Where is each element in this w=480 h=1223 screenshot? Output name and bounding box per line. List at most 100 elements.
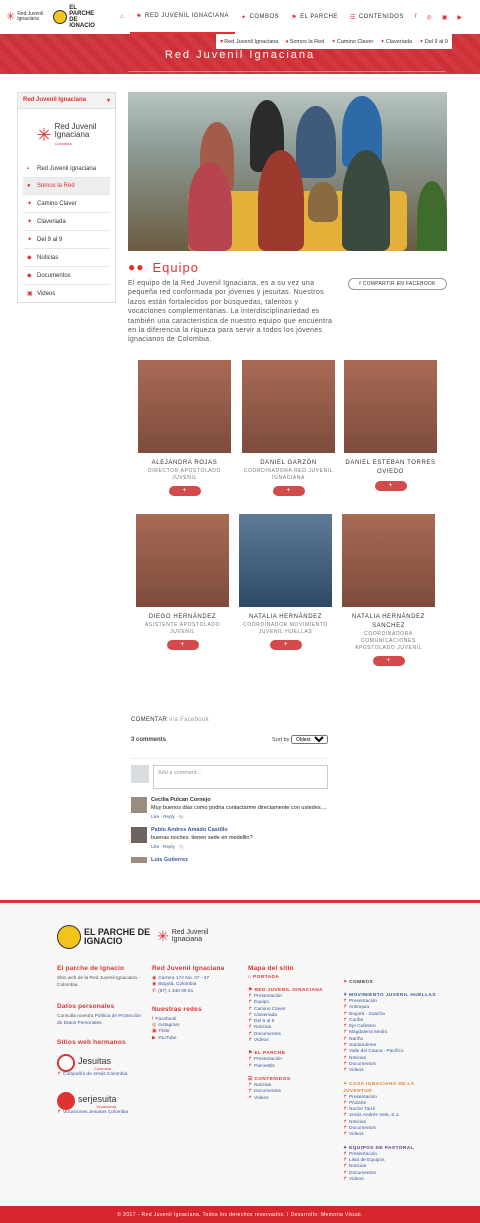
subnav-somos-la-red[interactable]: ●Somos la Red [285, 39, 324, 45]
footer-link[interactable]: ↱ Videos [248, 1038, 333, 1044]
sitemap-section[interactable]: ☰ CONTENIDOS [248, 1076, 333, 1083]
footer-link[interactable]: ↱ Videos [343, 1068, 438, 1074]
subnav-camino-claver[interactable]: ✦Camino Claver [331, 39, 373, 45]
sidebar-logo: ✳ Red Juvenil Ignaciana Colombia [18, 109, 115, 161]
sidebar-item-label: Videos [37, 290, 56, 297]
jesuitas-logo[interactable]: Jesuitas Colombia [57, 1054, 142, 1072]
sidebar-heading-label: Red Juvenil Ignaciana [23, 97, 87, 103]
location-icon: ◉ [152, 982, 157, 988]
instagram-icon[interactable]: ◎ [422, 0, 437, 34]
share-facebook-button[interactable]: f COMPARTIR EN FACEBOOK [348, 278, 447, 290]
link-label: Videos [254, 1038, 269, 1044]
team-group-photo [128, 92, 447, 251]
sidebar-item-somos-la-red[interactable]: ● Somos la Red [23, 178, 110, 195]
arrow-icon: ↱ [343, 1036, 348, 1042]
link-label: Vocaciones Jesuitas Colombia [63, 1110, 129, 1116]
subnav-claveriada[interactable]: ✦Claveriada [380, 39, 412, 45]
comments-count: 3 comments [131, 736, 167, 743]
phone-text: (57) 1 340 09 81 [158, 988, 194, 994]
avatar [131, 797, 147, 813]
member-more-button[interactable]: + [374, 481, 407, 491]
sidebar-item-noticias[interactable]: ◆ Noticias [23, 249, 110, 267]
arrow-icon: ↱ [343, 1170, 348, 1176]
link-label: Videos [349, 1068, 364, 1074]
link-label: Flickr [158, 1029, 171, 1035]
footer-link[interactable]: ↱ Videos [343, 1177, 438, 1183]
arrow-icon: ↱ [343, 1068, 348, 1074]
team-member-card: NATALIA HERNÁNDEZ SANCHEZ COORDINADORA C… [342, 514, 435, 666]
comment-actions[interactable]: Like · Reply · 7y [151, 844, 253, 849]
youtube-icon[interactable]: ▶ [452, 0, 467, 34]
social-youtube-link[interactable]: ▶ YouTube [152, 1036, 237, 1042]
link-label: Presentación [349, 999, 378, 1004]
sidebar-item-red-juvenil[interactable]: ▪ Red Juvenil Ignaciana [23, 161, 110, 178]
link-label: Antioquia [349, 1005, 370, 1011]
member-more-button[interactable]: + [269, 640, 302, 650]
link-label: Bogotá - Soacha [349, 1011, 385, 1017]
footer-col-combos: ✦ COMBOS ✦ MOVIMIENTO JUVENIL HUELLAS ↱ P… [343, 973, 438, 1183]
nav-red-juvenil[interactable]: ⚑ Red Juvenil Ignaciana [130, 0, 235, 34]
sitemap-section[interactable]: ⚑ RED JUVENIL IGNACIANA [248, 987, 333, 994]
link-label: Presentación [349, 1151, 378, 1157]
sidebar-item-claveriada[interactable]: ✦ Claveriada [23, 213, 110, 231]
sort-select[interactable]: Oldest [291, 735, 328, 744]
nav-contenidos[interactable]: ☰ Contenidos [344, 0, 410, 34]
link-label: Documentos [254, 1089, 281, 1095]
member-name: ALEJANDRA ROJAS [151, 460, 218, 466]
link-label: Nariño [349, 1036, 364, 1042]
nav-label: El Parche [300, 14, 338, 20]
arrow-icon: ↱ [248, 1012, 253, 1018]
site-header: ✳ Red Juvenil Ignaciana EL PARCHE DE IGNA… [0, 0, 480, 34]
facebook-icon[interactable]: f [410, 0, 422, 34]
person-shape [342, 150, 390, 251]
footer-link[interactable]: ↱ Videos [343, 1132, 438, 1138]
combos-section[interactable]: ✦ MOVIMIENTO JUVENIL HUELLAS [343, 992, 438, 999]
sitemap-portada[interactable]: ⌂ PORTADA [248, 974, 333, 981]
nav-home[interactable]: ⌂ [114, 0, 130, 34]
star-logo-icon: ✳ [157, 927, 169, 944]
footer-logo1-text: EL PARCHE DE IGNACIO [84, 927, 151, 946]
member-photo [242, 360, 335, 453]
comment-author[interactable]: Luis Gutierrez [151, 857, 188, 863]
sidebar-item-documentos[interactable]: ◆ Documentos [23, 267, 110, 285]
nav-combos[interactable]: ✦ Combos [235, 0, 285, 34]
combos-section[interactable]: ✦ CASA IGNACIANA DE LA JUVENTUD [343, 1081, 438, 1095]
link-label: Noticias [349, 1055, 367, 1061]
instagram-icon: ◎ [152, 1023, 157, 1029]
member-more-button[interactable]: + [166, 640, 199, 650]
red-juvenil-logo[interactable]: ✳ Red Juvenil Ignaciana [6, 11, 47, 22]
footer-link[interactable]: ↱ ParcerBls [248, 1064, 333, 1070]
serjesuita-logo[interactable]: serjesuita Vocacionas [57, 1092, 142, 1111]
comment-item: Cecilia Pulcan Cornejo Muy buenos dias c… [131, 797, 328, 819]
avatar [131, 827, 147, 843]
parche-logo[interactable]: EL PARCHE DE IGNACIO [53, 5, 97, 29]
link-label: Documentos [349, 1170, 376, 1176]
member-more-button[interactable]: + [272, 486, 305, 496]
member-more-button[interactable]: + [168, 486, 201, 496]
subnav-red-juvenil[interactable]: ♥Red Juvenil Ignaciana [220, 39, 278, 45]
sidebar-item-videos[interactable]: ▣ Videos [23, 285, 110, 302]
comment-author[interactable]: Pablo Andres Amado Castillo [151, 827, 253, 833]
comment-input[interactable]: Add a comment... [153, 765, 328, 789]
sidebar-item-del-9-al-9[interactable]: ✦ Del 9 al 9 [23, 231, 110, 249]
comments-heading: COMENTAR vía Facebook [131, 717, 328, 723]
star-icon: ✦ [419, 38, 424, 45]
footer-link[interactable]: ↱ Videos [248, 1096, 333, 1102]
comment-author[interactable]: Cecilia Pulcan Cornejo [151, 797, 327, 803]
sidebar-heading[interactable]: Red Juvenil Ignaciana ▾ [18, 93, 115, 109]
flickr-icon[interactable]: ▣ [437, 0, 453, 34]
nav-el-parche[interactable]: ⚑ El Parche [285, 0, 344, 34]
footer-red-logo[interactable]: ✳ Red Juvenil Ignaciana [157, 927, 224, 944]
jesuitas-link[interactable]: ↱ Compañía de Jesús Colombia [57, 1072, 142, 1078]
serjesuita-link[interactable]: ↱ Vocaciones Jesuitas Colombia [57, 1110, 142, 1116]
youtube-icon: ▶ [152, 1035, 156, 1041]
link-label: Jesús Andrés Vela, S.J. [349, 1113, 400, 1119]
arrow-icon: ↱ [343, 1100, 348, 1106]
comment-actions[interactable]: Like · Reply · 6y [151, 814, 327, 819]
arrow-icon: ↱ [248, 1025, 253, 1031]
subnav-del-9-al-9[interactable]: ✦Del 9 al 9 [419, 39, 448, 45]
combos-section[interactable]: ✦ EQUIPOS DE PASTORAL [343, 1145, 438, 1152]
member-more-button[interactable]: + [372, 656, 405, 666]
sidebar-item-camino-claver[interactable]: ✦ Camino Claver [23, 195, 110, 213]
footer-parche-logo[interactable]: EL PARCHE DE IGNACIO [57, 925, 154, 949]
